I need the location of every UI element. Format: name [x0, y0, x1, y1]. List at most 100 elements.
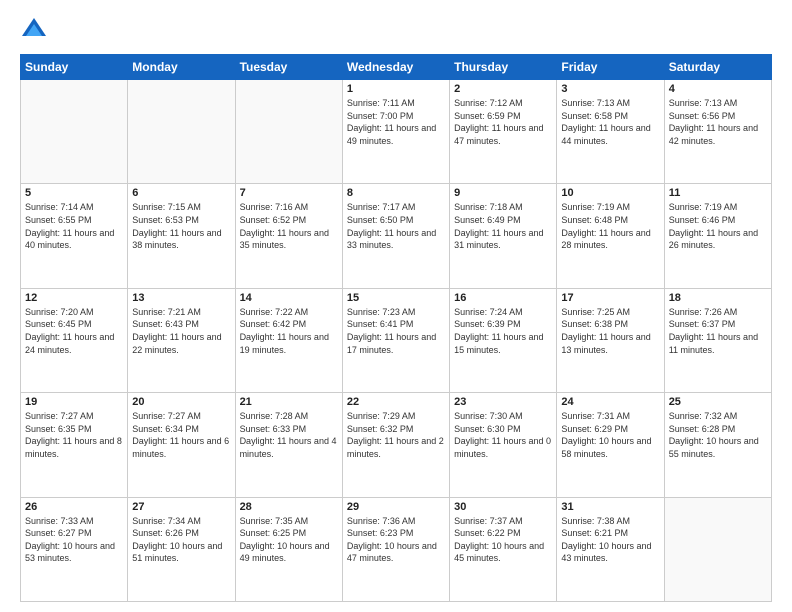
- day-info: Sunrise: 7:36 AM Sunset: 6:23 PM Dayligh…: [347, 515, 445, 565]
- calendar-header-tuesday: Tuesday: [235, 55, 342, 80]
- day-info: Sunrise: 7:21 AM Sunset: 6:43 PM Dayligh…: [132, 306, 230, 356]
- day-info: Sunrise: 7:31 AM Sunset: 6:29 PM Dayligh…: [561, 410, 659, 460]
- calendar-cell: 27Sunrise: 7:34 AM Sunset: 6:26 PM Dayli…: [128, 497, 235, 601]
- day-number: 9: [454, 187, 552, 199]
- day-info: Sunrise: 7:12 AM Sunset: 6:59 PM Dayligh…: [454, 97, 552, 147]
- calendar-cell: [664, 497, 771, 601]
- day-number: 16: [454, 292, 552, 304]
- calendar-header-saturday: Saturday: [664, 55, 771, 80]
- day-info: Sunrise: 7:32 AM Sunset: 6:28 PM Dayligh…: [669, 410, 767, 460]
- day-info: Sunrise: 7:13 AM Sunset: 6:58 PM Dayligh…: [561, 97, 659, 147]
- day-number: 27: [132, 501, 230, 513]
- day-info: Sunrise: 7:16 AM Sunset: 6:52 PM Dayligh…: [240, 201, 338, 251]
- logo-icon: [20, 16, 48, 44]
- calendar-cell: [21, 80, 128, 184]
- page: SundayMondayTuesdayWednesdayThursdayFrid…: [0, 0, 792, 612]
- calendar-cell: 29 Sunrise: 7:36 AM Sunset: 6:23 PM Dayli…: [342, 497, 449, 601]
- calendar-cell: 23Sunrise: 7:30 AM Sunset: 6:30 PM Dayli…: [450, 393, 557, 497]
- day-info: Sunrise: 7:18 AM Sunset: 6:49 PM Dayligh…: [454, 201, 552, 251]
- calendar-cell: 18Sunrise: 7:26 AM Sunset: 6:37 PM Dayli…: [664, 288, 771, 392]
- calendar-cell: 5 Sunrise: 7:14 AM Sunset: 6:55 PM Daylig…: [21, 184, 128, 288]
- day-number: 21: [240, 396, 338, 408]
- day-number: 20: [132, 396, 230, 408]
- day-number: 31: [561, 501, 659, 513]
- day-number: 28: [240, 501, 338, 513]
- calendar-cell: 9 Sunrise: 7:18 AM Sunset: 6:49 PM Daylig…: [450, 184, 557, 288]
- day-info: Sunrise: 7:14 AM Sunset: 6:55 PM Dayligh…: [25, 201, 123, 251]
- day-number: 17: [561, 292, 659, 304]
- calendar-header-friday: Friday: [557, 55, 664, 80]
- calendar-week-1: 1 Sunrise: 7:11 AM Sunset: 7:00 PM Daylig…: [21, 80, 772, 184]
- calendar-cell: 28 Sunrise: 7:35 AM Sunset: 6:25 PM Dayli…: [235, 497, 342, 601]
- calendar-cell: 16Sunrise: 7:24 AM Sunset: 6:39 PM Dayli…: [450, 288, 557, 392]
- day-number: 11: [669, 187, 767, 199]
- header: [20, 16, 772, 44]
- calendar-cell: 6 Sunrise: 7:15 AM Sunset: 6:53 PM Daylig…: [128, 184, 235, 288]
- calendar-cell: 8Sunrise: 7:17 AM Sunset: 6:50 PM Daylig…: [342, 184, 449, 288]
- calendar-cell: 11 Sunrise: 7:19 AM Sunset: 6:46 PM Dayli…: [664, 184, 771, 288]
- day-number: 18: [669, 292, 767, 304]
- day-info: Sunrise: 7:17 AM Sunset: 6:50 PM Dayligh…: [347, 201, 445, 251]
- day-info: Sunrise: 7:25 AM Sunset: 6:38 PM Dayligh…: [561, 306, 659, 356]
- day-number: 2: [454, 83, 552, 95]
- calendar-week-4: 19Sunrise: 7:27 AM Sunset: 6:35 PM Dayli…: [21, 393, 772, 497]
- calendar-cell: 21 Sunrise: 7:28 AM Sunset: 6:33 PM Dayli…: [235, 393, 342, 497]
- day-number: 7: [240, 187, 338, 199]
- calendar-cell: 1 Sunrise: 7:11 AM Sunset: 7:00 PM Daylig…: [342, 80, 449, 184]
- day-number: 22: [347, 396, 445, 408]
- calendar-cell: 20 Sunrise: 7:27 AM Sunset: 6:34 PM Dayli…: [128, 393, 235, 497]
- day-number: 19: [25, 396, 123, 408]
- day-number: 15: [347, 292, 445, 304]
- calendar-header-wednesday: Wednesday: [342, 55, 449, 80]
- day-info: Sunrise: 7:37 AM Sunset: 6:22 PM Dayligh…: [454, 515, 552, 565]
- day-info: Sunrise: 7:22 AM Sunset: 6:42 PM Dayligh…: [240, 306, 338, 356]
- day-info: Sunrise: 7:33 AM Sunset: 6:27 PM Dayligh…: [25, 515, 123, 565]
- calendar-cell: 31Sunrise: 7:38 AM Sunset: 6:21 PM Dayli…: [557, 497, 664, 601]
- day-info: Sunrise: 7:27 AM Sunset: 6:34 PM Dayligh…: [132, 410, 230, 460]
- day-info: Sunrise: 7:11 AM Sunset: 7:00 PM Dayligh…: [347, 97, 445, 147]
- day-info: Sunrise: 7:29 AM Sunset: 6:32 PM Dayligh…: [347, 410, 445, 460]
- day-info: Sunrise: 7:20 AM Sunset: 6:45 PM Dayligh…: [25, 306, 123, 356]
- day-info: Sunrise: 7:28 AM Sunset: 6:33 PM Dayligh…: [240, 410, 338, 460]
- day-number: 25: [669, 396, 767, 408]
- calendar-cell: 24 Sunrise: 7:31 AM Sunset: 6:29 PM Dayli…: [557, 393, 664, 497]
- day-number: 23: [454, 396, 552, 408]
- calendar-cell: 2 Sunrise: 7:12 AM Sunset: 6:59 PM Daylig…: [450, 80, 557, 184]
- calendar-cell: 30 Sunrise: 7:37 AM Sunset: 6:22 PM Dayli…: [450, 497, 557, 601]
- day-number: 3: [561, 83, 659, 95]
- day-number: 6: [132, 187, 230, 199]
- day-number: 30: [454, 501, 552, 513]
- calendar-header-sunday: Sunday: [21, 55, 128, 80]
- day-info: Sunrise: 7:23 AM Sunset: 6:41 PM Dayligh…: [347, 306, 445, 356]
- calendar-header-thursday: Thursday: [450, 55, 557, 80]
- calendar-cell: 19Sunrise: 7:27 AM Sunset: 6:35 PM Dayli…: [21, 393, 128, 497]
- calendar-cell: 15 Sunrise: 7:23 AM Sunset: 6:41 PM Dayli…: [342, 288, 449, 392]
- day-info: Sunrise: 7:35 AM Sunset: 6:25 PM Dayligh…: [240, 515, 338, 565]
- day-info: Sunrise: 7:15 AM Sunset: 6:53 PM Dayligh…: [132, 201, 230, 251]
- day-info: Sunrise: 7:19 AM Sunset: 6:48 PM Dayligh…: [561, 201, 659, 251]
- day-number: 10: [561, 187, 659, 199]
- logo: [20, 16, 52, 44]
- calendar-table: SundayMondayTuesdayWednesdayThursdayFrid…: [20, 54, 772, 602]
- calendar-week-3: 12Sunrise: 7:20 AM Sunset: 6:45 PM Dayli…: [21, 288, 772, 392]
- calendar-header-monday: Monday: [128, 55, 235, 80]
- calendar-cell: 22 Sunrise: 7:29 AM Sunset: 6:32 PM Dayli…: [342, 393, 449, 497]
- day-number: 24: [561, 396, 659, 408]
- calendar-cell: 17 Sunrise: 7:25 AM Sunset: 6:38 PM Dayli…: [557, 288, 664, 392]
- day-number: 29: [347, 501, 445, 513]
- calendar-cell: 13Sunrise: 7:21 AM Sunset: 6:43 PM Dayli…: [128, 288, 235, 392]
- day-number: 5: [25, 187, 123, 199]
- day-info: Sunrise: 7:13 AM Sunset: 6:56 PM Dayligh…: [669, 97, 767, 147]
- calendar-cell: 26 Sunrise: 7:33 AM Sunset: 6:27 PM Dayli…: [21, 497, 128, 601]
- calendar-cell: [235, 80, 342, 184]
- calendar-cell: 3 Sunrise: 7:13 AM Sunset: 6:58 PM Daylig…: [557, 80, 664, 184]
- calendar-cell: [128, 80, 235, 184]
- calendar-cell: 14Sunrise: 7:22 AM Sunset: 6:42 PM Dayli…: [235, 288, 342, 392]
- calendar-cell: 4Sunrise: 7:13 AM Sunset: 6:56 PM Daylig…: [664, 80, 771, 184]
- day-number: 1: [347, 83, 445, 95]
- day-number: 26: [25, 501, 123, 513]
- calendar-cell: 12Sunrise: 7:20 AM Sunset: 6:45 PM Dayli…: [21, 288, 128, 392]
- calendar-cell: 7 Sunrise: 7:16 AM Sunset: 6:52 PM Daylig…: [235, 184, 342, 288]
- calendar-week-2: 5 Sunrise: 7:14 AM Sunset: 6:55 PM Daylig…: [21, 184, 772, 288]
- day-info: Sunrise: 7:19 AM Sunset: 6:46 PM Dayligh…: [669, 201, 767, 251]
